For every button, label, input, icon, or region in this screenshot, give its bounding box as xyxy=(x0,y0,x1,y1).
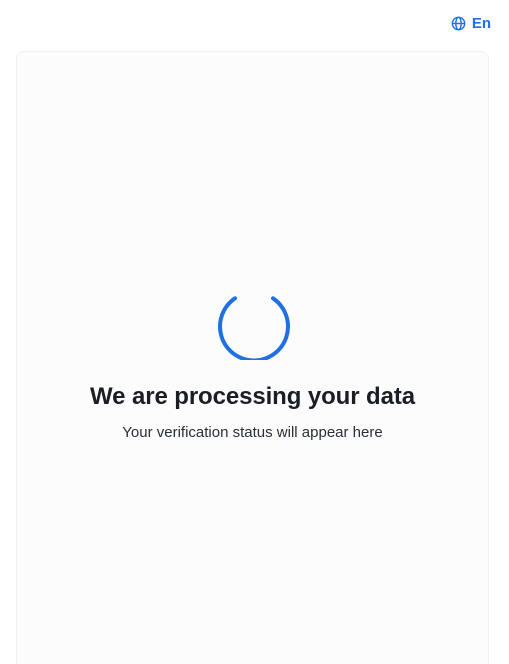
processing-subtitle: Your verification status will appear her… xyxy=(122,424,383,441)
verification-status-card: We are processing your data Your verific… xyxy=(16,51,489,664)
language-switcher[interactable]: En xyxy=(451,12,491,34)
processing-title: We are processing your data xyxy=(90,383,415,410)
page: En We are processing your data Your veri… xyxy=(0,0,509,664)
language-label: En xyxy=(471,14,491,32)
globe-icon xyxy=(451,16,466,30)
loading-spinner-icon xyxy=(218,296,290,360)
